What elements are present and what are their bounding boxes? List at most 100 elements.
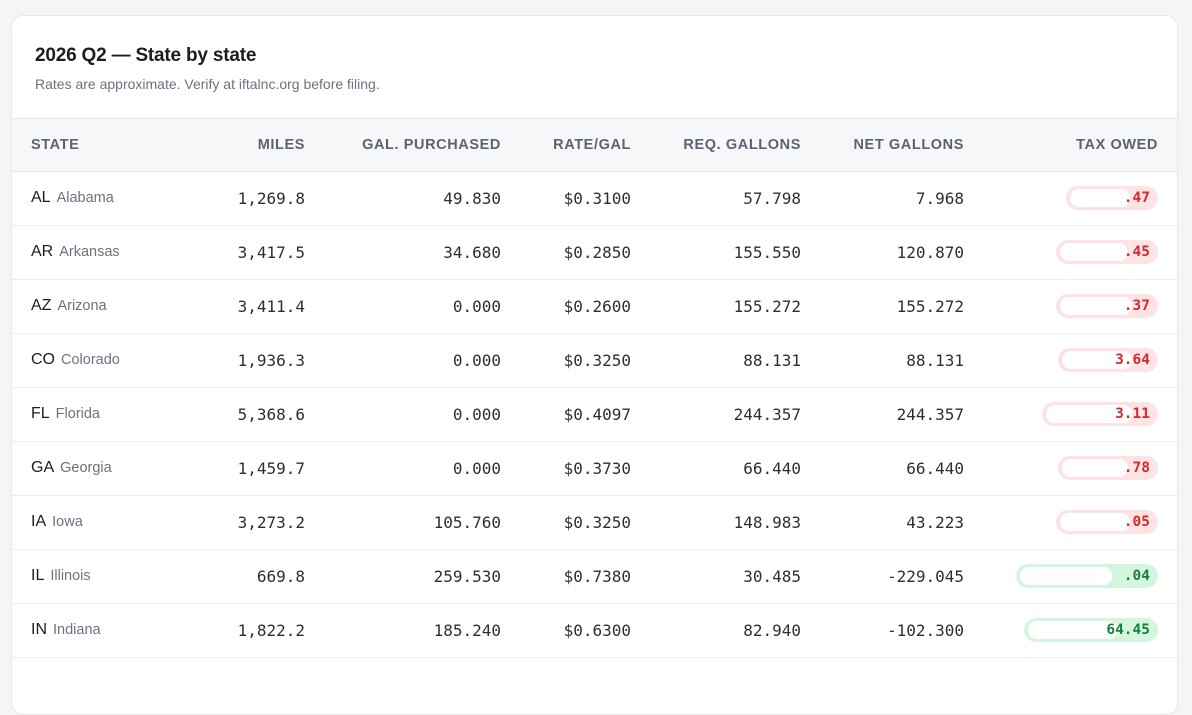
net-gallons-cell: 43.223: [906, 512, 964, 532]
gal-purchased-cell: 0.000: [452, 404, 501, 424]
rate-cell: $0.3250: [563, 512, 631, 532]
gal-purchased-cell: 0.000: [452, 458, 501, 478]
table-row[interactable]: IN Indiana 1,822.2 185.240 $0.6300 82.940 -102…: [12, 603, 1177, 657]
net-gallons-cell: 66.440: [906, 458, 964, 478]
state-code: CO: [31, 351, 55, 368]
tax-owed-badge: .78: [1058, 456, 1158, 480]
table-row[interactable]: IA Iowa 3,273.2 105.760 $0.3250 148.983 43.223…: [12, 495, 1177, 549]
table-row[interactable]: AZ Arizona 3,411.4 0.000 $0.2600 155.272 155.2…: [12, 279, 1177, 333]
miles-cell: 1,822.2: [237, 620, 305, 640]
tax-owed-cell: .45: [964, 225, 1177, 279]
state-name: Iowa: [52, 514, 83, 530]
column-header-tax-owed[interactable]: TAX OWED: [964, 119, 1177, 171]
tax-owed-amount: .78: [1123, 460, 1150, 476]
table-row[interactable]: IL Illinois 669.8 259.530 $0.7380 30.485 -229.…: [12, 549, 1177, 603]
column-header-gal-purchased[interactable]: GAL. PURCHASED: [305, 119, 501, 171]
table-row[interactable]: CO Colorado 1,936.3 0.000 $0.3250 88.131 88.13…: [12, 333, 1177, 387]
state-name: Illinois: [50, 568, 91, 584]
column-header-net-gallons[interactable]: NET GALLONS: [801, 119, 964, 171]
gal-purchased-cell: 105.760: [433, 512, 501, 532]
rate-cell: $0.3250: [563, 350, 631, 370]
tax-owed-amount: .05: [1123, 514, 1150, 530]
column-header-state[interactable]: STATE: [12, 119, 177, 171]
state-cell: AZ Arizona: [12, 279, 177, 333]
state-cell: IN Indiana: [12, 603, 177, 657]
rate-cell: $0.2850: [563, 242, 631, 262]
rate-cell: $0.2600: [563, 296, 631, 316]
tax-owed-cell: 3.64: [964, 333, 1177, 387]
gal-purchased-cell: 34.680: [443, 242, 501, 262]
state-cell: CO Colorado: [12, 333, 177, 387]
tax-badge-overlay: [1020, 567, 1112, 585]
miles-cell: 3,273.2: [237, 512, 305, 532]
tax-owed-cell: .05: [964, 495, 1177, 549]
miles-cell: 3,411.4: [237, 296, 305, 316]
tax-badge-overlay: [1062, 459, 1128, 477]
state-name: Florida: [55, 406, 100, 422]
gal-purchased-cell: 259.530: [433, 566, 501, 586]
gal-purchased-cell: 0.000: [452, 350, 501, 370]
tax-badge-overlay: [1028, 621, 1118, 639]
tax-badge-overlay: [1070, 189, 1130, 207]
miles-cell: 1,459.7: [237, 458, 305, 478]
tax-owed-badge: .05: [1056, 510, 1158, 534]
tax-owed-amount: 64.45: [1106, 622, 1150, 638]
state-name: Arizona: [57, 298, 107, 314]
state-code: AL: [31, 189, 51, 206]
state-name: Alabama: [56, 190, 114, 206]
tax-owed-badge: .47: [1066, 186, 1158, 210]
rate-cell: $0.3100: [563, 188, 631, 208]
req-gallons-cell: 88.131: [743, 350, 801, 370]
tax-owed-badge: .37: [1056, 294, 1158, 318]
net-gallons-cell: 244.357: [896, 404, 964, 424]
state-code: GA: [31, 459, 55, 476]
req-gallons-cell: 155.550: [733, 242, 801, 262]
miles-cell: 1,269.8: [237, 188, 305, 208]
column-header-miles[interactable]: MILES: [177, 119, 305, 171]
state-code: IL: [31, 567, 45, 584]
table-row[interactable]: AR Arkansas 3,417.5 34.680 $0.2850 155.550 120…: [12, 225, 1177, 279]
column-header-req-gallons[interactable]: REQ. GALLONS: [631, 119, 801, 171]
req-gallons-cell: 155.272: [733, 296, 801, 316]
tax-badge-overlay: [1060, 243, 1128, 261]
state-code: AR: [31, 243, 54, 260]
net-gallons-cell: 155.272: [896, 296, 964, 316]
req-gallons-cell: 148.983: [733, 512, 801, 532]
tax-owed-amount: .47: [1123, 190, 1150, 206]
state-cell: IL Illinois: [12, 549, 177, 603]
tax-owed-badge: .04: [1016, 564, 1158, 588]
req-gallons-cell: 82.940: [743, 620, 801, 640]
state-code: FL: [31, 405, 50, 422]
miles-cell: 3,417.5: [237, 242, 305, 262]
tax-owed-cell: .37: [964, 279, 1177, 333]
state-cell: AL Alabama: [12, 171, 177, 225]
req-gallons-cell: 66.440: [743, 458, 801, 478]
state-name: Georgia: [60, 460, 112, 476]
gal-purchased-cell: 185.240: [433, 620, 501, 640]
rate-cell: $0.4097: [563, 404, 631, 424]
rate-cell: $0.3730: [563, 458, 631, 478]
state-name: Arkansas: [59, 244, 120, 260]
table-row[interactable]: FL Florida 5,368.6 0.000 $0.4097 244.357 244.3…: [12, 387, 1177, 441]
table-row[interactable]: GA Georgia 1,459.7 0.000 $0.3730 66.440 66.440…: [12, 441, 1177, 495]
tax-owed-amount: .04: [1123, 568, 1150, 584]
state-code: IN: [31, 621, 47, 638]
state-code: AZ: [31, 297, 52, 314]
net-gallons-cell: -229.045: [886, 566, 964, 586]
tax-owed-cell: .04: [964, 549, 1177, 603]
miles-cell: 5,368.6: [237, 404, 305, 424]
tax-owed-amount: 3.64: [1115, 352, 1150, 368]
net-gallons-cell: -102.300: [886, 620, 964, 640]
tax-owed-cell: .78: [964, 441, 1177, 495]
column-header-rate[interactable]: RATE/GAL: [501, 119, 631, 171]
tax-owed-cell: .47: [964, 171, 1177, 225]
tax-owed-amount: 3.11: [1115, 406, 1150, 422]
rate-cell: $0.7380: [563, 566, 631, 586]
tax-owed-amount: .37: [1123, 298, 1150, 314]
req-gallons-cell: 57.798: [743, 188, 801, 208]
table-row[interactable]: AL Alabama 1,269.8 49.830 $0.3100 57.798 7.968…: [12, 171, 1177, 225]
tax-owed-badge: .45: [1056, 240, 1158, 264]
state-cell: FL Florida: [12, 387, 177, 441]
table-header: STATE MILES GAL. PURCHASED RATE/GAL REQ.…: [12, 119, 1177, 171]
tax-owed-cell: 3.11: [964, 387, 1177, 441]
